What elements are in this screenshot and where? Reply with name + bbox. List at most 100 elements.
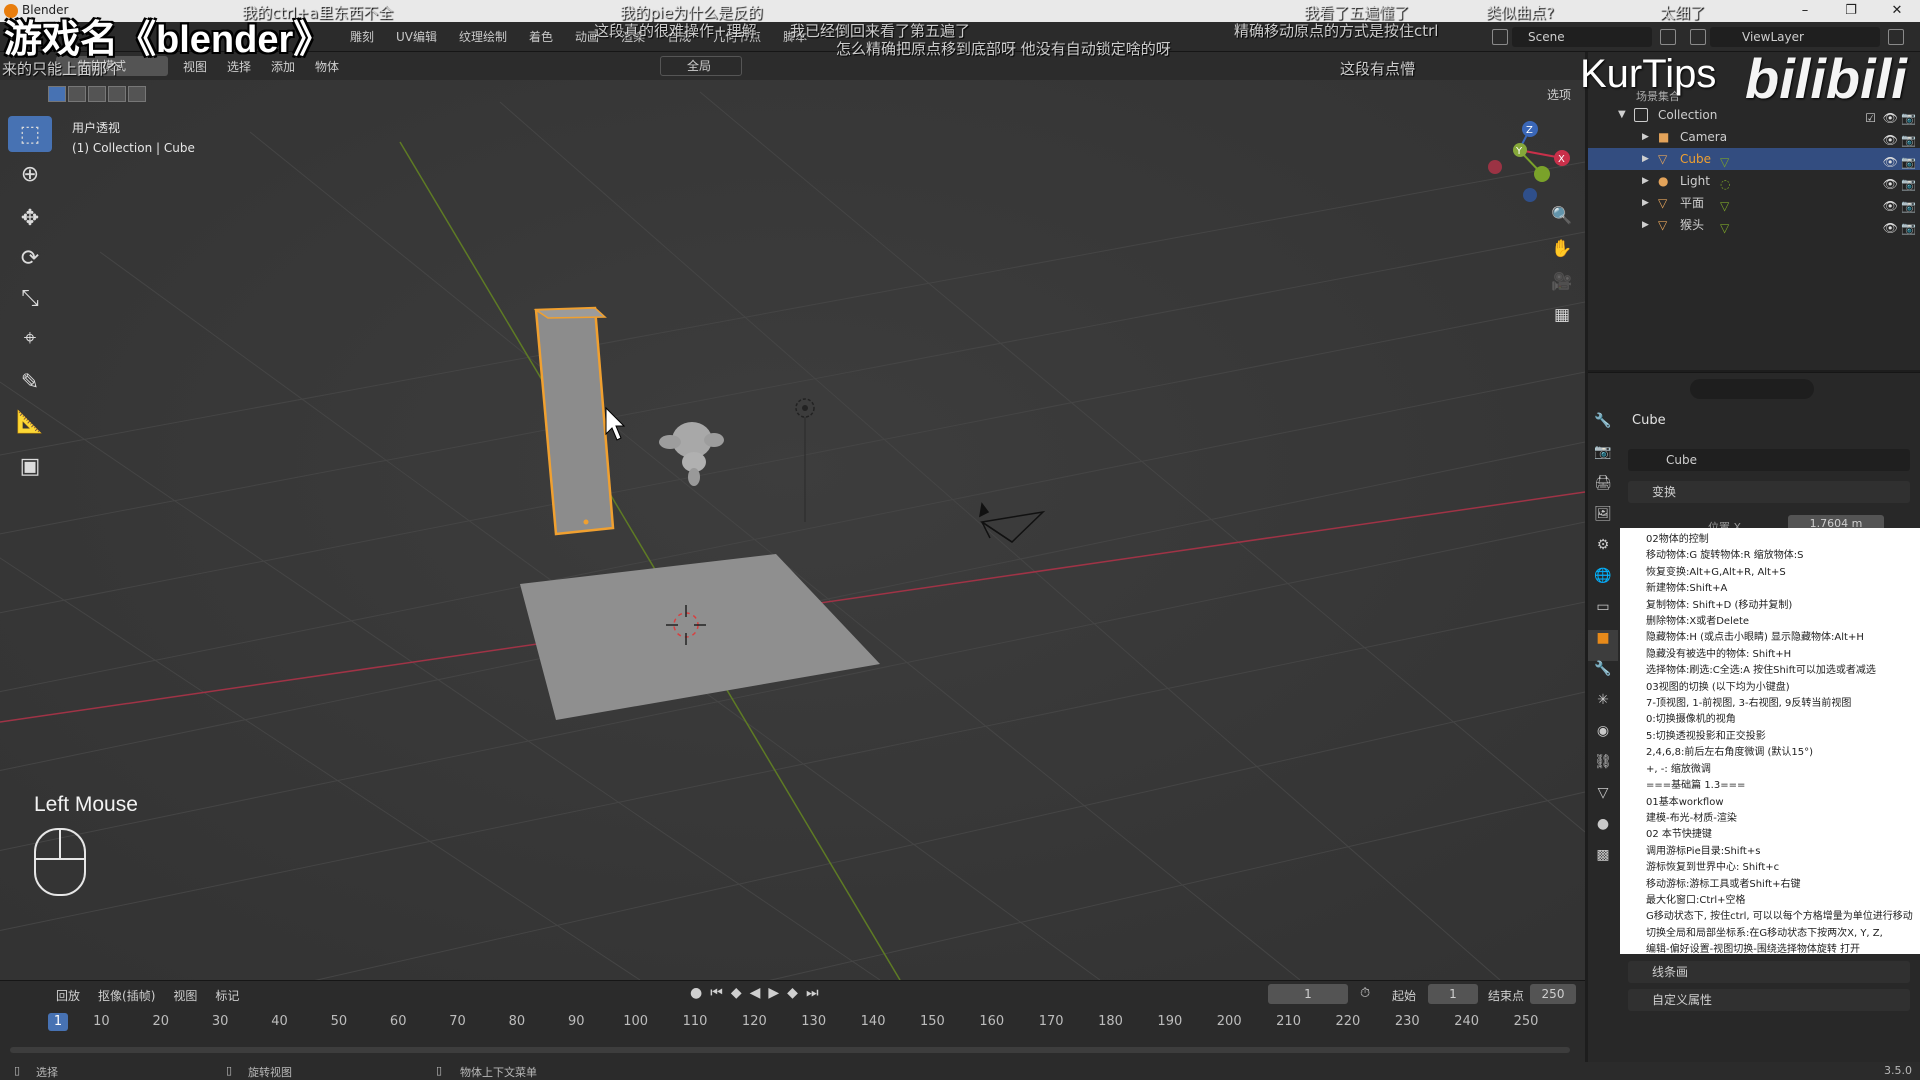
tab-uv-editing[interactable]: UV编辑 bbox=[396, 28, 437, 45]
expand-arrow-icon[interactable]: ▶ bbox=[1642, 192, 1649, 214]
danmaku-comment: 我看了五遍懂了 bbox=[1304, 4, 1410, 22]
physics-tab-icon[interactable]: ◉ bbox=[1588, 723, 1618, 754]
scene-tab-icon[interactable]: ⚙ bbox=[1588, 537, 1618, 568]
scene-icon[interactable] bbox=[1492, 29, 1508, 45]
timeline-scrollbar[interactable] bbox=[10, 1047, 1570, 1053]
move-tool[interactable]: ✥ bbox=[8, 200, 52, 236]
modifier-tab-icon[interactable]: 🔧 bbox=[1588, 661, 1618, 692]
playhead[interactable]: 1 bbox=[48, 1013, 68, 1031]
tab-sculpt[interactable]: 雕刻 bbox=[350, 28, 374, 45]
world-tab-icon[interactable]: 🌐 bbox=[1588, 568, 1618, 599]
expand-arrow-icon[interactable]: ▶ bbox=[1642, 148, 1649, 170]
jump-end-icon[interactable]: ⏭ bbox=[806, 985, 819, 1001]
3d-viewport[interactable]: Z Y X 物体模式 视图 选择 添加 物体 全局 选项 用户透视 (1) Co… bbox=[0, 52, 1585, 980]
expand-arrow-icon[interactable]: ▼ bbox=[1618, 104, 1626, 126]
view-layer-tab-icon[interactable]: 🖼 bbox=[1588, 506, 1618, 537]
timeline-ruler[interactable]: 1102030405060708090100110120130140150160… bbox=[10, 1011, 1570, 1033]
jump-start-icon[interactable]: ⏮ bbox=[710, 985, 723, 1001]
tab-shading[interactable]: 着色 bbox=[529, 28, 553, 45]
outliner-item-camera[interactable]: ▶ ■ Camera 👁 📷 bbox=[1588, 126, 1920, 148]
last-input-label: Left Mouse bbox=[34, 793, 138, 816]
expand-arrow-icon[interactable]: ▶ bbox=[1642, 170, 1649, 192]
menu-marker[interactable]: 标记 bbox=[215, 987, 239, 1004]
play-icon[interactable]: ▶ bbox=[768, 985, 779, 1001]
measure-tool[interactable]: 📐 bbox=[8, 404, 52, 440]
select-extend-button[interactable] bbox=[68, 86, 86, 102]
select-box-tool[interactable]: ⬚ bbox=[8, 116, 52, 152]
ortho-grid-icon[interactable]: ▦ bbox=[1548, 305, 1576, 338]
danmaku-comment: 类似曲点? bbox=[1486, 4, 1554, 22]
options-dropdown[interactable]: 选项 bbox=[1547, 86, 1571, 103]
clock-icon[interactable]: ⏱ bbox=[1360, 986, 1370, 1001]
ruler-tick-label: 210 bbox=[1276, 1014, 1301, 1029]
new-view-layer-icon[interactable] bbox=[1888, 29, 1904, 45]
eye-icon[interactable]: 👁 bbox=[1883, 217, 1898, 239]
pan-hand-icon[interactable]: ✋ bbox=[1548, 239, 1576, 272]
play-reverse-icon[interactable]: ◀ bbox=[750, 985, 761, 1001]
outliner-item-cube[interactable]: ▶ ▽ Cube ▽ 👁 📷 bbox=[1588, 148, 1920, 170]
collection-tab-icon[interactable]: ▭ bbox=[1588, 599, 1618, 630]
danmaku-comment: 这段有点懵 bbox=[1340, 60, 1416, 78]
material-tab-icon[interactable]: ● bbox=[1588, 816, 1618, 847]
expand-arrow-icon[interactable]: ▶ bbox=[1642, 214, 1649, 236]
render-camera-icon[interactable]: 📷 bbox=[1901, 217, 1916, 239]
close-button[interactable]: ✕ bbox=[1874, 0, 1920, 22]
render-tab-icon[interactable]: 📷 bbox=[1588, 444, 1618, 475]
expand-arrow-icon[interactable]: ▶ bbox=[1642, 126, 1649, 148]
transform-panel-header[interactable]: 变换 bbox=[1628, 481, 1910, 503]
output-tab-icon[interactable]: 🖨 bbox=[1588, 475, 1618, 506]
object-name-field[interactable]: Cube bbox=[1628, 449, 1910, 471]
end-frame-field[interactable]: 250 bbox=[1530, 984, 1576, 1004]
svg-text:Y: Y bbox=[1515, 146, 1523, 157]
view-layer-selector[interactable]: ViewLayer bbox=[1710, 27, 1880, 47]
ruler-tick-label: 110 bbox=[682, 1014, 708, 1029]
select-subtract-button[interactable] bbox=[88, 86, 106, 102]
camera-object-icon: ■ bbox=[1658, 130, 1670, 144]
minimize-button[interactable]: – bbox=[1782, 0, 1828, 22]
prev-keyframe-icon[interactable]: ◆ bbox=[731, 985, 742, 1001]
menu-playback[interactable]: 回放 bbox=[56, 987, 80, 1004]
outliner-item-light[interactable]: ▶ ● Light ◌ 👁 📷 bbox=[1588, 170, 1920, 192]
particles-tab-icon[interactable]: ✳ bbox=[1588, 692, 1618, 723]
rotate-tool[interactable]: ⟳ bbox=[8, 240, 52, 276]
select-intersect-button[interactable] bbox=[128, 86, 146, 102]
lineart-panel-header[interactable]: 线条画 bbox=[1628, 961, 1910, 983]
end-label: 结束点 bbox=[1488, 989, 1525, 1003]
outliner-item-plane[interactable]: ▶ ▽ 平面 ▽ 👁 📷 bbox=[1588, 192, 1920, 214]
constraints-tab-icon[interactable]: ⛓ bbox=[1588, 754, 1618, 785]
outliner-item-monkey[interactable]: ▶ ▽ 猴头 ▽ 👁 📷 bbox=[1588, 214, 1920, 236]
select-set-button[interactable] bbox=[48, 86, 66, 102]
new-scene-icon[interactable] bbox=[1660, 29, 1676, 45]
danmaku-comment: 这段真的很难操作+理解 bbox=[594, 22, 757, 40]
light-object-icon: ● bbox=[1658, 174, 1669, 188]
view-layer-icon[interactable] bbox=[1690, 29, 1706, 45]
current-frame-field[interactable]: 1 bbox=[1268, 984, 1348, 1004]
select-invert-button[interactable] bbox=[108, 86, 126, 102]
properties-search-input[interactable] bbox=[1690, 379, 1814, 399]
scene-selector[interactable]: Scene bbox=[1512, 27, 1652, 47]
ruler-tick-label: 60 bbox=[389, 1014, 407, 1029]
maximize-button[interactable]: ❐ bbox=[1828, 0, 1874, 22]
scale-tool[interactable]: ⤡ bbox=[8, 280, 52, 316]
tool-shelf: ⬚ ⊕ ✥ ⟳ ⤡ ⌖ ✎ 📐 ▣ bbox=[8, 116, 52, 488]
menu-timeline-view[interactable]: 视图 bbox=[173, 987, 197, 1004]
tab-texture-paint[interactable]: 纹理绘制 bbox=[459, 28, 507, 45]
menu-keying[interactable]: 抠像(插帧) bbox=[98, 987, 155, 1004]
start-frame-field[interactable]: 1 bbox=[1428, 984, 1478, 1004]
custom-properties-panel-header[interactable]: 自定义属性 bbox=[1628, 989, 1910, 1011]
transform-orientation-selector[interactable]: 全局 bbox=[660, 56, 742, 76]
add-cube-tool[interactable]: ▣ bbox=[8, 448, 52, 484]
mesh-object-icon: ▽ bbox=[1658, 196, 1668, 210]
camera-view-icon[interactable]: 🎥 bbox=[1548, 272, 1576, 305]
transform-tool[interactable]: ⌖ bbox=[8, 320, 52, 356]
next-keyframe-icon[interactable]: ◆ bbox=[787, 985, 798, 1001]
object-tab-icon[interactable]: ■ bbox=[1588, 630, 1618, 661]
cursor-tool[interactable]: ⊕ bbox=[8, 156, 52, 192]
data-tab-icon[interactable]: ▽ bbox=[1588, 785, 1618, 816]
annotate-tool[interactable]: ✎ bbox=[8, 364, 52, 400]
texture-tab-icon[interactable]: ▩ bbox=[1588, 847, 1618, 878]
timeline-editor[interactable]: 回放 抠像(插帧) 视图 标记 ● ⏮ ◆ ◀ ▶ ◆ ⏭ 1 ⏱ 起始 1 结… bbox=[0, 980, 1585, 1062]
zoom-icon[interactable]: 🔍 bbox=[1548, 206, 1576, 239]
record-icon[interactable]: ● bbox=[690, 985, 702, 1001]
tool-tab-icon[interactable]: 🔧 bbox=[1588, 413, 1618, 444]
